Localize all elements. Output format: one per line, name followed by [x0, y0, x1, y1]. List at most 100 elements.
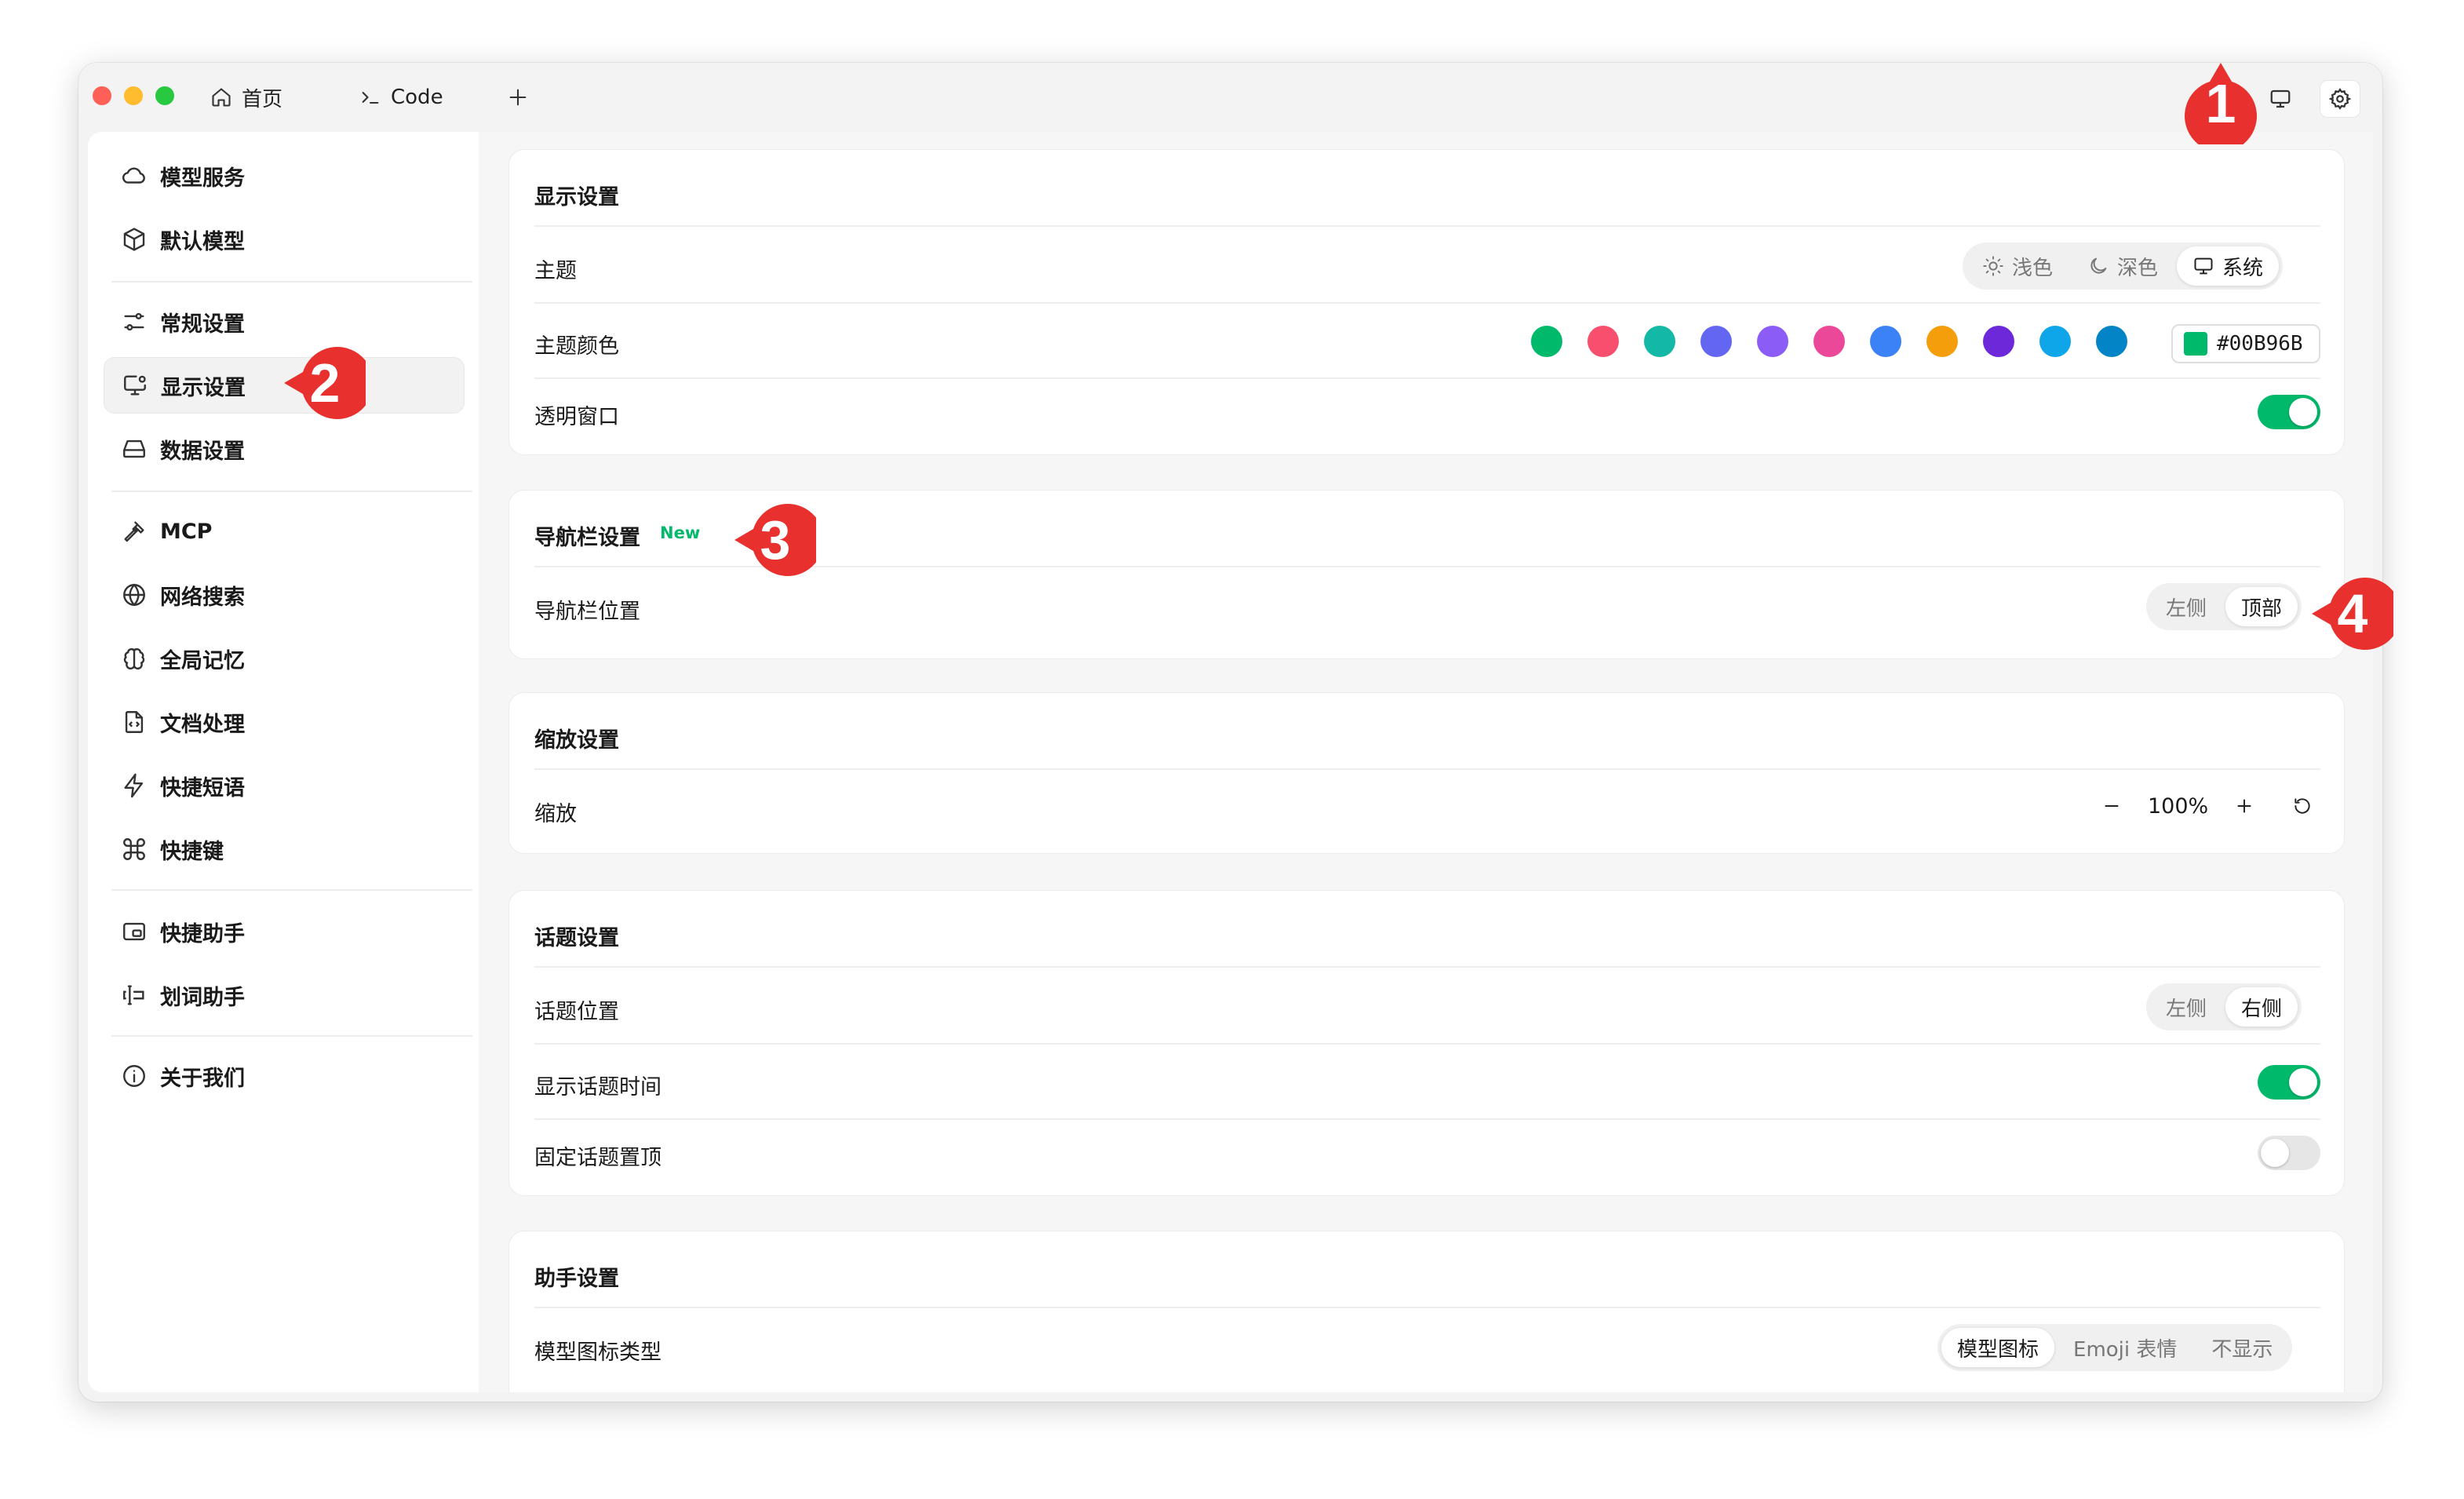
card-divider	[534, 1118, 2320, 1120]
settings-button[interactable]	[2320, 80, 2360, 118]
model-icon-type-label: 模型图标类型	[534, 1340, 662, 1365]
sun-icon	[1983, 256, 2003, 276]
theme-color-dot[interactable]	[1700, 326, 1732, 357]
zoom-value: 100%	[2148, 793, 2209, 819]
maximize-window-button[interactable]	[155, 86, 174, 105]
sidebar-divider	[111, 1035, 472, 1037]
app-window: 首页 Code 模型服务 默认模型 常规设置 显示设置 数据设置 MCP 网络搜…	[78, 63, 2382, 1402]
theme-color-dot[interactable]	[1587, 326, 1619, 357]
title-bar: 首页 Code	[78, 63, 2382, 132]
topic-settings-card: 话题设置 话题位置 左侧 右侧 显示话题时间 固定话题置顶	[508, 890, 2345, 1196]
card-divider	[534, 377, 2320, 379]
topic-option-right[interactable]: 右侧	[2225, 987, 2298, 1027]
theme-color-swatch	[2184, 332, 2207, 356]
theme-color-dot[interactable]	[1813, 326, 1845, 357]
topic-option-left[interactable]: 左侧	[2150, 987, 2222, 1027]
annotation-marker-2: 2	[284, 342, 366, 424]
theme-color-dot[interactable]	[1870, 326, 1901, 357]
add-tab-button[interactable]	[502, 82, 534, 113]
app-window-icon	[123, 922, 145, 941]
card-title: 导航栏设置	[534, 526, 640, 550]
info-icon	[123, 1065, 145, 1087]
sidebar-divider	[111, 281, 472, 283]
mini-window-button[interactable]	[2260, 80, 2301, 118]
tab-code-label: Code	[391, 86, 443, 109]
close-window-button[interactable]	[93, 86, 111, 105]
sidebar-item-model-service[interactable]: 模型服务	[104, 148, 465, 204]
icon-type-option-none[interactable]: 不显示	[2196, 1328, 2288, 1367]
theme-color-dot[interactable]	[1644, 326, 1675, 357]
tab-home[interactable]: 首页	[210, 80, 282, 115]
nav-option-left[interactable]: 左侧	[2150, 587, 2222, 626]
theme-color-dot[interactable]	[2039, 326, 2071, 357]
theme-color-dot[interactable]	[1983, 326, 2014, 357]
tab-code[interactable]: Code	[359, 80, 443, 115]
annotation-number: 1	[2205, 73, 2236, 134]
theme-color-label: 主题颜色	[534, 334, 619, 359]
card-title: 话题设置	[534, 926, 619, 950]
card-title: 缩放设置	[534, 728, 619, 753]
sidebar-item-quick-assistant[interactable]: 快捷助手	[104, 903, 465, 960]
toggle-knob	[2289, 1068, 2317, 1096]
theme-option-dark[interactable]: 深色	[2072, 246, 2174, 286]
theme-color-dot[interactable]	[1757, 326, 1788, 357]
command-icon	[123, 838, 145, 860]
nav-option-top[interactable]: 顶部	[2225, 587, 2298, 626]
card-divider	[534, 302, 2320, 304]
sidebar-item-label: 模型服务	[160, 166, 245, 191]
theme-option-light[interactable]: 浅色	[1966, 246, 2069, 286]
plus-icon	[509, 89, 527, 106]
hammer-icon	[124, 521, 144, 542]
zoom-reset-button[interactable]	[2287, 790, 2318, 822]
zoom-control: 100%	[2096, 790, 2318, 822]
show-topic-time-toggle[interactable]	[2258, 1065, 2320, 1100]
assistant-settings-card: 助手设置 模型图标类型 模型图标 Emoji 表情 不显示	[508, 1231, 2345, 1392]
sidebar-item-label: 快捷助手	[160, 921, 245, 946]
pin-topic-toggle[interactable]	[2258, 1136, 2320, 1170]
theme-color-dot[interactable]	[1531, 326, 1562, 357]
theme-option-system-label: 系统	[2222, 256, 2264, 280]
sidebar-item-data[interactable]: 数据设置	[104, 421, 465, 477]
card-divider	[534, 768, 2320, 770]
sidebar-item-label: MCP	[160, 519, 213, 544]
theme-color-dot[interactable]	[1926, 326, 1958, 357]
model-icon-type-selector: 模型图标 Emoji 表情 不显示	[1937, 1324, 2293, 1371]
zap-icon	[124, 773, 144, 798]
sidebar-item-shortcuts[interactable]: 快捷键	[104, 821, 465, 877]
sidebar-item-memory[interactable]: 全局记忆	[104, 630, 465, 687]
settings-content: 显示设置 主题 浅色 深色 系统 主题颜色 #00B96B 透明窗口 导航栏设置…	[479, 132, 2373, 1392]
card-divider	[534, 1043, 2320, 1045]
sidebar-item-label: 默认模型	[160, 229, 245, 254]
show-topic-time-label: 显示话题时间	[534, 1075, 662, 1100]
sidebar-item-label: 文档处理	[160, 712, 245, 737]
pin-topic-label: 固定话题置顶	[534, 1146, 662, 1170]
theme-label: 主题	[534, 259, 577, 283]
sliders-icon	[124, 312, 144, 331]
theme-color-value: #00B96B	[2217, 332, 2303, 356]
theme-color-dot[interactable]	[2096, 326, 2127, 357]
annotation-number: 2	[309, 352, 341, 414]
icon-type-option-model[interactable]: 模型图标	[1941, 1328, 2055, 1367]
file-code-icon	[125, 711, 144, 733]
sidebar-item-about[interactable]: 关于我们	[104, 1048, 465, 1104]
transparent-window-toggle[interactable]	[2258, 395, 2320, 429]
theme-color-input[interactable]: #00B96B	[2171, 324, 2320, 363]
icon-type-option-emoji[interactable]: Emoji 表情	[2058, 1328, 2192, 1367]
sidebar-item-default-model[interactable]: 默认模型	[104, 211, 465, 268]
theme-option-system[interactable]: 系统	[2177, 246, 2280, 286]
moon-icon	[2090, 257, 2107, 274]
sidebar-item-web-search[interactable]: 网络搜索	[104, 567, 465, 623]
display-settings-card: 显示设置 主题 浅色 深色 系统 主题颜色 #00B96B 透明窗口	[508, 149, 2345, 455]
sidebar-item-document[interactable]: 文档处理	[104, 694, 465, 750]
zoom-out-button[interactable]	[2096, 790, 2127, 822]
minimize-window-button[interactable]	[124, 86, 143, 105]
annotation-marker-1: 1	[2180, 63, 2262, 144]
annotation-marker-4: 4	[2312, 573, 2393, 655]
sidebar-item-quick-phrases[interactable]: 快捷短语	[104, 757, 465, 814]
sidebar-item-mcp[interactable]: MCP	[104, 503, 465, 560]
monitor-icon	[2194, 257, 2213, 275]
sidebar-item-selection-assistant[interactable]: 划词助手	[104, 967, 465, 1023]
card-divider	[534, 1307, 2320, 1308]
zoom-in-button[interactable]	[2229, 790, 2260, 822]
gear-icon	[2328, 88, 2352, 110]
